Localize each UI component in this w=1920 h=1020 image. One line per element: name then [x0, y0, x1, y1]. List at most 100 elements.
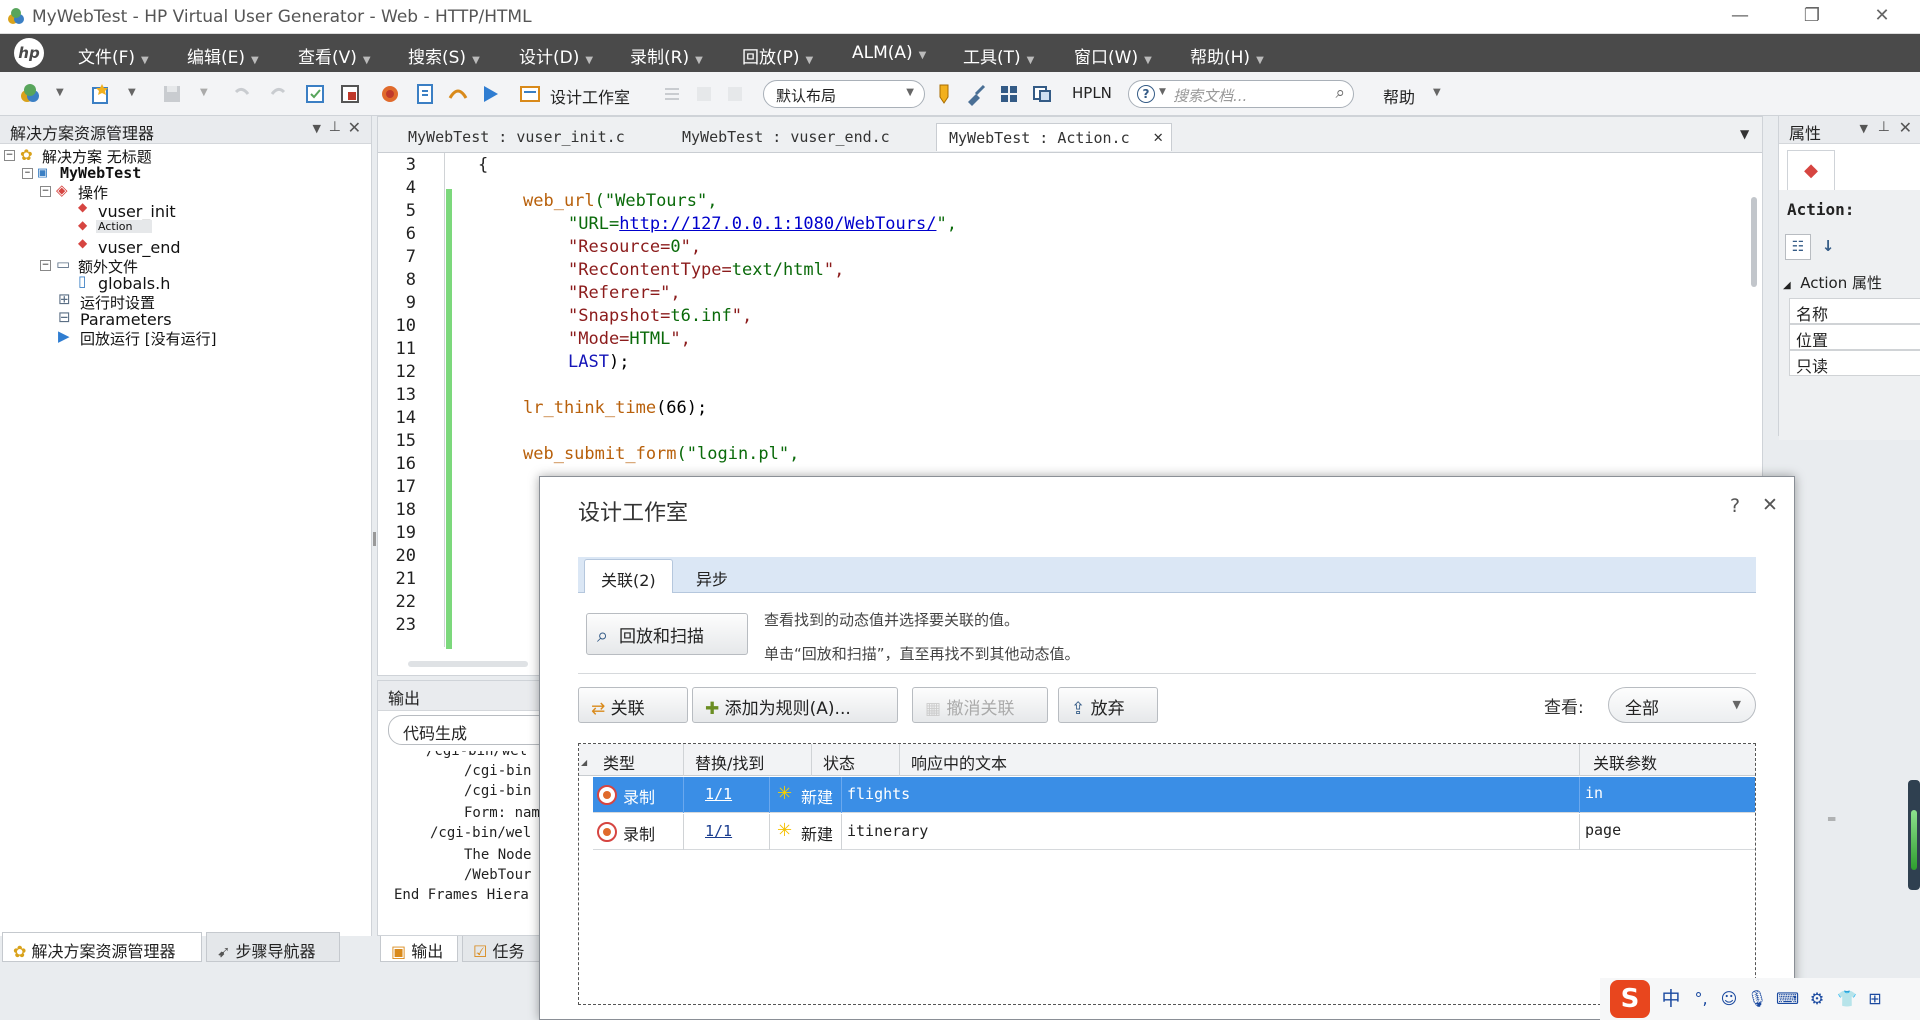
toolbox-icon[interactable]: ⚙	[1806, 988, 1828, 1010]
list-icon[interactable]	[660, 82, 684, 106]
dialog-close-button[interactable]: ✕	[1762, 494, 1778, 516]
design-studio-icon[interactable]	[518, 82, 542, 106]
tab-async[interactable]: 异步	[680, 559, 744, 593]
tab-solution-explorer[interactable]: ✿ 解决方案资源管理器	[2, 932, 202, 962]
undo-icon[interactable]	[230, 82, 254, 106]
table-row[interactable]: 录制 1/1 ✳ 新建 itinerary page	[593, 814, 1755, 850]
breakpoint-icon[interactable]	[692, 82, 716, 106]
minimize-button[interactable]: —	[1720, 4, 1760, 28]
splitter-handle[interactable]	[373, 532, 376, 546]
collapse-icon[interactable]: −	[40, 260, 51, 271]
chevron-down-icon[interactable]: ▼	[1433, 87, 1441, 98]
layout-select[interactable]: 默认布局 ▼	[763, 80, 925, 108]
pin-icon[interactable]: ⊥	[329, 119, 341, 135]
property-location[interactable]: 位置	[1789, 324, 1920, 350]
column-header-text[interactable]: 响应中的文本	[911, 750, 1007, 774]
dropdown-arrow-icon[interactable]: ▼	[56, 87, 64, 98]
row-found-link[interactable]: 1/1	[705, 785, 732, 803]
dialog-help-button[interactable]: ?	[1730, 495, 1740, 517]
collapse-icon[interactable]: −	[40, 186, 51, 197]
replay-and-scan-button[interactable]: ⌕ 回放和扫描	[586, 613, 748, 655]
discard-button[interactable]: ⇪ 放弃	[1058, 687, 1158, 723]
close-icon[interactable]: ✕	[1899, 118, 1912, 137]
collapse-icon[interactable]: −	[4, 150, 15, 161]
row-param[interactable]: page	[1585, 821, 1621, 839]
record-new-icon[interactable]	[413, 82, 437, 106]
properties-object-icon[interactable]: ◆	[1787, 150, 1835, 190]
panel-menu-icon[interactable]: ▼	[1860, 122, 1868, 135]
keyboard-icon[interactable]: ⌨	[1776, 988, 1799, 1010]
grid-menu-icon[interactable]: ⊞	[1864, 988, 1886, 1010]
menu-design[interactable]: 设计(D) ▼	[519, 43, 593, 68]
tab-list-icon[interactable]: ▼	[1740, 127, 1749, 141]
ime-punct[interactable]: °,	[1690, 988, 1712, 1010]
bookmark-icon[interactable]	[723, 82, 747, 106]
new-script-icon[interactable]	[88, 82, 112, 106]
compile-icon[interactable]	[303, 82, 327, 106]
tab-vuser-init[interactable]: MyWebTest : vuser_init.c	[396, 123, 637, 151]
menu-file[interactable]: 文件(F) ▼	[78, 43, 149, 68]
menu-record[interactable]: 录制(R) ▼	[630, 43, 703, 68]
undo-correlation-button[interactable]: ▦ 撤消关联	[912, 687, 1048, 723]
pin-icon[interactable]: ⊥	[1878, 119, 1890, 135]
correlate-button[interactable]: ⇄ 关联	[578, 687, 688, 723]
column-header-status[interactable]: 状态	[823, 750, 855, 774]
tab-output[interactable]: ▣ 输出	[380, 932, 458, 962]
tab-vuser-end[interactable]: MyWebTest : vuser_end.c	[670, 123, 902, 151]
close-tab-icon[interactable]: ✕	[1153, 127, 1163, 146]
dropdown-arrow-icon[interactable]: ▼	[200, 87, 208, 98]
hpln-button[interactable]: HPLN	[1072, 84, 1112, 102]
skin-icon[interactable]: 👕	[1836, 988, 1858, 1010]
property-readonly[interactable]: 只读	[1789, 350, 1920, 376]
add-as-rule-button[interactable]: ✚ 添加为规则(A)...	[692, 687, 898, 723]
save-icon[interactable]	[160, 82, 184, 106]
search-icon[interactable]: ⌕	[1335, 83, 1345, 103]
menu-tools[interactable]: 工具(T) ▼	[963, 43, 1034, 68]
row-found-link[interactable]: 1/1	[705, 822, 732, 840]
close-window-button[interactable]: ✕	[1862, 4, 1902, 28]
redo-icon[interactable]	[266, 82, 290, 106]
sogou-ime-icon[interactable]: S	[1610, 980, 1650, 1018]
scroll-thumb[interactable]	[1751, 197, 1757, 287]
menu-replay[interactable]: 回放(P) ▼	[742, 43, 813, 68]
tab-step-navigator[interactable]: ➹ 步骤导航器	[206, 932, 340, 962]
menu-window[interactable]: 窗口(W) ▼	[1074, 43, 1152, 68]
property-name[interactable]: 名称	[1789, 298, 1920, 324]
ime-language[interactable]: 中	[1660, 988, 1682, 1010]
menu-help[interactable]: 帮助(H) ▼	[1190, 43, 1264, 68]
design-studio-button[interactable]: 设计工作室	[550, 84, 630, 108]
dropdown-arrow-icon[interactable]: ▼	[128, 87, 136, 98]
brush-icon[interactable]	[964, 82, 988, 106]
menu-search[interactable]: 搜索(S) ▼	[408, 43, 480, 68]
tab-action[interactable]: MyWebTest : Action.c ✕	[936, 123, 1172, 151]
emoji-icon[interactable]: ☺	[1718, 988, 1740, 1010]
panel-menu-icon[interactable]: ▼	[313, 122, 321, 135]
help-button[interactable]: 帮助	[1383, 84, 1415, 108]
menu-alm[interactable]: ALM(A) ▼	[852, 43, 926, 63]
column-header-found[interactable]: 替换/找到	[695, 750, 764, 774]
stop-compile-icon[interactable]	[338, 82, 362, 106]
windows-icon[interactable]	[1030, 82, 1054, 106]
menu-edit[interactable]: 编辑(E) ▼	[187, 43, 259, 68]
table-row[interactable]: 录制 1/1 ✳ 新建 flights in	[593, 777, 1755, 813]
column-header-type[interactable]: 类型	[603, 750, 635, 774]
grip-icon[interactable]: ═	[1828, 812, 1835, 826]
microphone-icon[interactable]: 🎙	[1746, 988, 1768, 1010]
run-icon[interactable]	[478, 82, 502, 106]
record-icon[interactable]	[378, 82, 402, 106]
replay-step-icon[interactable]	[446, 82, 470, 106]
restore-button[interactable]: ❐	[1792, 4, 1832, 28]
new-solution-icon[interactable]	[18, 82, 42, 106]
sort-az-icon[interactable]: ↓	[1815, 234, 1841, 260]
tab-correlation[interactable]: 关联(2)	[584, 559, 673, 593]
close-icon[interactable]: ✕	[348, 118, 361, 137]
categorized-icon[interactable]: ☷	[1785, 234, 1811, 260]
marker-icon[interactable]	[932, 82, 956, 106]
menu-view[interactable]: 查看(V) ▼	[298, 43, 371, 68]
grid-icon[interactable]	[997, 82, 1021, 106]
property-group[interactable]: ◢ Action 属性	[1783, 272, 1882, 293]
view-filter-select[interactable]: 全部 ▼	[1608, 687, 1756, 723]
tab-tasks[interactable]: ☑ 任务	[462, 932, 542, 962]
horizontal-scrollbar[interactable]	[408, 661, 528, 667]
column-header-param[interactable]: 关联参数	[1593, 750, 1657, 774]
